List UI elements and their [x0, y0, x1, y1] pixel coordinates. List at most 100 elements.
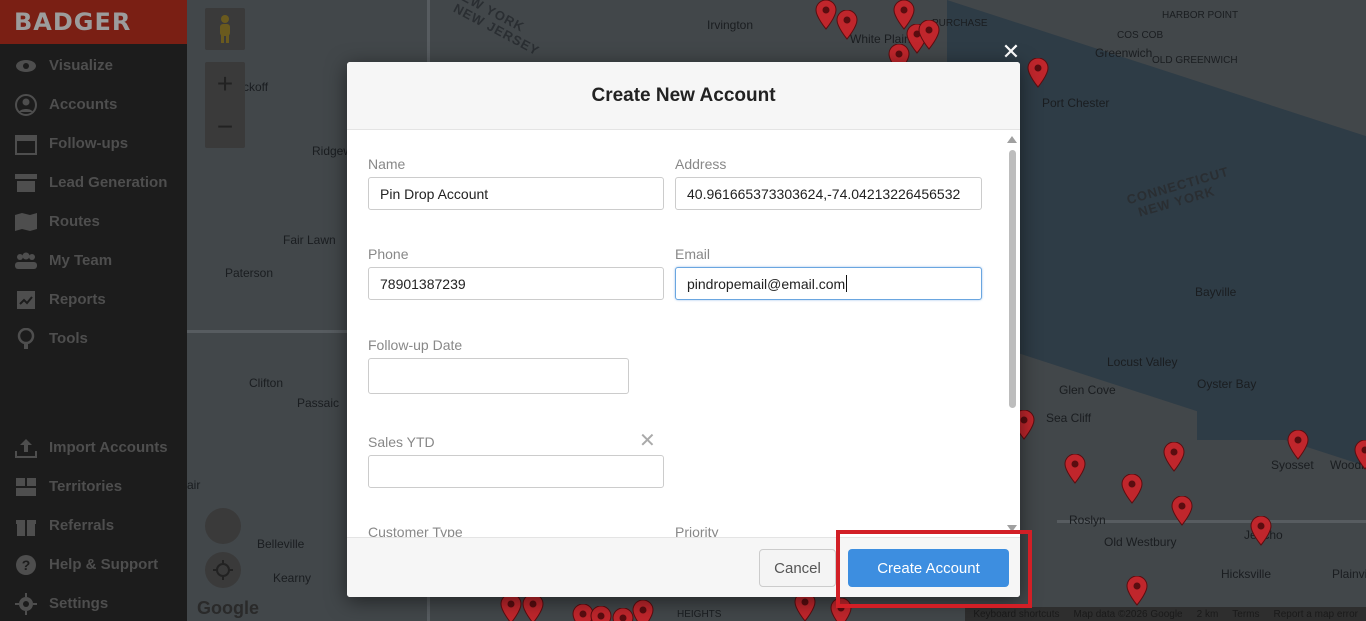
- map-label: Port Chester: [1042, 96, 1110, 110]
- map-label: Passaic: [297, 396, 340, 410]
- sidebar-item-label: Accounts: [49, 96, 118, 113]
- team-icon: [14, 250, 38, 272]
- modal-scrollbar[interactable]: [1007, 132, 1017, 532]
- sales-ytd-label: Sales YTD: [368, 434, 435, 450]
- sidebar-item-import-accounts[interactable]: Import Accounts: [0, 428, 187, 467]
- brand-name: BADGER: [14, 8, 132, 36]
- my-location-button[interactable]: [205, 552, 241, 588]
- sidebar-item-visualize[interactable]: Visualize: [0, 46, 187, 85]
- modal-title: Create New Account: [591, 84, 776, 106]
- map-pin-icon[interactable]: [1287, 429, 1309, 460]
- map-pin-icon[interactable]: [500, 593, 522, 621]
- map-icon: [14, 211, 38, 233]
- email-input[interactable]: pindropemail@email.com: [675, 267, 982, 300]
- terms-link[interactable]: Terms: [1232, 609, 1259, 620]
- map-pin-icon[interactable]: [1126, 575, 1148, 606]
- sidebar-nav-top: Visualize Accounts Follow-ups Lead Gener…: [0, 46, 187, 358]
- store-icon: [14, 172, 38, 194]
- sidebar: BADGER Visualize Accounts Follow-ups Lea…: [0, 0, 187, 621]
- name-field: Name Pin Drop Account: [368, 156, 664, 210]
- customer-type-label: Customer Type: [368, 524, 463, 537]
- sidebar-item-reports[interactable]: Reports: [0, 280, 187, 319]
- map-pin-icon[interactable]: [836, 9, 858, 40]
- name-label: Name: [368, 156, 406, 172]
- scrollbar-thumb[interactable]: [1009, 150, 1016, 408]
- sidebar-item-tools[interactable]: Tools: [0, 319, 187, 358]
- map-label: PURCHASE: [932, 18, 988, 29]
- sidebar-item-accounts[interactable]: Accounts: [0, 85, 187, 124]
- map-pin-icon[interactable]: [1354, 439, 1366, 470]
- phone-field: Phone 78901387239: [368, 246, 664, 300]
- sidebar-item-settings[interactable]: Settings: [0, 584, 187, 621]
- sidebar-item-label: Lead Generation: [49, 174, 168, 191]
- map-label: Paterson: [225, 266, 274, 280]
- upload-icon: [14, 437, 38, 459]
- followup-date-input[interactable]: [368, 358, 629, 394]
- street-view-pegman[interactable]: [205, 8, 245, 50]
- map-label: Old Westbury: [1104, 535, 1177, 549]
- followup-date-label: Follow-up Date: [368, 337, 463, 353]
- crosshair-icon: [213, 560, 233, 580]
- map-pin-icon[interactable]: [590, 605, 612, 621]
- map-pin-icon[interactable]: [1163, 441, 1185, 472]
- map-pin-icon[interactable]: [1250, 515, 1272, 546]
- sidebar-item-label: Import Accounts: [49, 439, 168, 456]
- cancel-button[interactable]: Cancel: [759, 549, 836, 587]
- sidebar-item-referrals[interactable]: Referrals: [0, 506, 187, 545]
- map-label: Locust Valley: [1107, 355, 1178, 369]
- sidebar-item-my-team[interactable]: My Team: [0, 241, 187, 280]
- sidebar-item-label: My Team: [49, 252, 113, 269]
- sidebar-item-label: Tools: [49, 330, 88, 347]
- address-label: Address: [675, 156, 727, 172]
- zoom-out-button[interactable]: −: [205, 105, 245, 148]
- email-value: pindropemail@email.com: [687, 275, 846, 292]
- map-pin-icon[interactable]: [522, 593, 544, 621]
- sidebar-item-label: Help & Support: [49, 556, 159, 573]
- sales-ytd-input[interactable]: [368, 455, 664, 488]
- phone-input[interactable]: 78901387239: [368, 267, 664, 300]
- map-pin-icon[interactable]: [1027, 57, 1049, 88]
- zoom-control: + −: [205, 62, 245, 148]
- report-error-link[interactable]: Report a map error: [1274, 609, 1358, 620]
- gift-icon: [14, 515, 38, 537]
- address-input[interactable]: 40.961665373303624,-74.04213226456532: [675, 177, 982, 210]
- email-label: Email: [675, 246, 711, 262]
- keyboard-shortcuts-link[interactable]: Keyboard shortcuts: [973, 609, 1059, 620]
- map-pin-icon[interactable]: [1064, 453, 1086, 484]
- sidebar-item-label: Settings: [49, 595, 109, 612]
- map-attribution: Keyboard shortcuts Map data ©2026 Google…: [965, 607, 1366, 621]
- layers-button[interactable]: [205, 508, 241, 544]
- map-scale[interactable]: 2 km: [1197, 609, 1219, 620]
- sidebar-item-routes[interactable]: Routes: [0, 202, 187, 241]
- customer-type-field: Customer Type: [368, 524, 664, 537]
- map-pin-icon[interactable]: [815, 0, 837, 30]
- sidebar-item-lead-generation[interactable]: Lead Generation: [0, 163, 187, 202]
- map-pin-icon[interactable]: [1121, 473, 1143, 504]
- gear-icon: [14, 592, 38, 615]
- zoom-in-button[interactable]: +: [205, 62, 245, 105]
- bay-water: [1197, 300, 1366, 440]
- eye-icon: [14, 55, 38, 77]
- map-label: HEIGHTS: [677, 609, 722, 620]
- sidebar-item-help-support[interactable]: ? Help & Support: [0, 545, 187, 584]
- map-label: Sea Cliff: [1046, 411, 1092, 425]
- tools-icon: [14, 327, 38, 350]
- map-road: [187, 330, 357, 333]
- name-input[interactable]: Pin Drop Account: [368, 177, 664, 210]
- brand-logo[interactable]: BADGER: [0, 0, 187, 44]
- modal-close-button[interactable]: ✕: [1001, 39, 1021, 64]
- map-pin-icon[interactable]: [612, 607, 634, 621]
- map-label: Kearny: [273, 571, 312, 585]
- map-pin-icon[interactable]: [632, 599, 654, 621]
- map-label: COS COB: [1117, 30, 1164, 41]
- sidebar-item-territories[interactable]: Territories: [0, 467, 187, 506]
- map-label: Glen Cove: [1059, 383, 1116, 397]
- scroll-up-arrow[interactable]: [1007, 136, 1017, 143]
- map-pin-icon[interactable]: [1171, 495, 1193, 526]
- map-label: HARBOR POINT: [1162, 10, 1239, 21]
- map-label: Hicksville: [1221, 567, 1272, 581]
- map-pin-icon[interactable]: [918, 19, 940, 50]
- map-label: Plainview: [1332, 567, 1366, 581]
- create-account-highlight-box: [836, 530, 1032, 608]
- sidebar-item-follow-ups[interactable]: Follow-ups: [0, 124, 187, 163]
